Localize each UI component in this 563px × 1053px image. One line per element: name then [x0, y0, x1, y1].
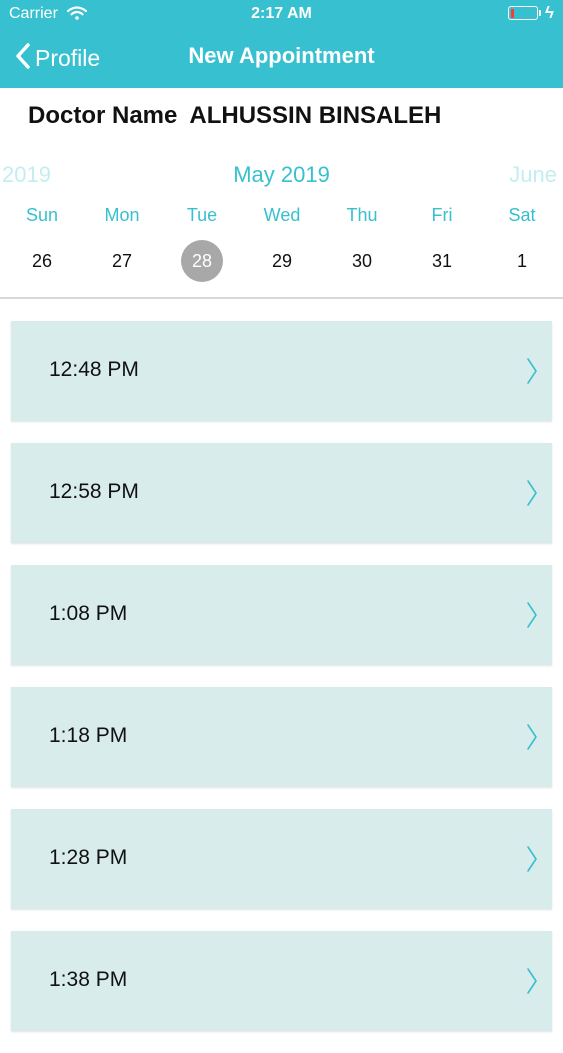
day-strip: 26 27 28 29 30 31 1	[2, 240, 562, 282]
time-slot-label: 1:28 PM	[49, 846, 128, 869]
time-slot-row[interactable]: 12:48 PM	[11, 321, 552, 421]
battery-icon	[508, 6, 538, 20]
weekday-label: Sat	[508, 205, 536, 225]
navigation-bar: Carrier 2:17 AM ϟ Profile New Appointmen…	[0, 0, 563, 88]
calendar-day-number: 31	[431, 251, 453, 271]
month-selector: 2019 May 2019 June	[0, 160, 563, 190]
weekday-label: Tue	[186, 205, 218, 225]
time-slot-label: 12:58 PM	[49, 480, 139, 503]
weekday-label: Sun	[25, 205, 59, 225]
time-slot-label: 12:48 PM	[49, 358, 139, 381]
weekday-label: Mon	[104, 205, 140, 225]
weekday-label: Fri	[431, 205, 453, 225]
time-slot-row[interactable]: 12:58 PM	[11, 443, 552, 543]
time-slot-row[interactable]: 1:08 PM	[11, 565, 552, 665]
chevron-right-icon	[526, 601, 538, 634]
doctor-name-row: Doctor Name ALHUSSIN BINSALEH	[28, 102, 441, 130]
calendar-day-number: 1	[516, 251, 527, 271]
calendar-day[interactable]: 1	[482, 240, 562, 282]
calendar-day-number: 26	[31, 251, 53, 271]
time-slot-row[interactable]: 1:38 PM	[11, 931, 552, 1031]
calendar-day[interactable]: 30	[322, 240, 402, 282]
time-slot-label: 1:38 PM	[49, 968, 128, 991]
chevron-right-icon	[526, 967, 538, 1000]
time-slot-row[interactable]: 1:18 PM	[11, 687, 552, 787]
doctor-name-value: ALHUSSIN BINSALEH	[189, 102, 442, 129]
time-slot-list: 12:48 PM 12:58 PM 1:08 PM 1:18 PM 1:28 PM 1:3…	[11, 321, 552, 1053]
battery-tip	[539, 10, 541, 16]
calendar-day-number: 29	[271, 251, 293, 271]
calendar-day[interactable]: 31	[402, 240, 482, 282]
calendar-day-number: 30	[351, 251, 373, 271]
next-month[interactable]: June	[509, 162, 557, 188]
status-time: 2:17 AM	[251, 5, 312, 22]
doctor-name-label: Doctor Name	[28, 102, 178, 129]
calendar-day-selected[interactable]: 28	[162, 240, 242, 282]
charging-bolt-icon: ϟ	[545, 3, 554, 22]
current-month: May 2019	[233, 162, 330, 187]
weekday-header: Sun Mon Tue Wed Thu Fri Sat	[2, 205, 562, 226]
calendar-day[interactable]: 27	[82, 240, 162, 282]
calendar-day[interactable]: 26	[2, 240, 82, 282]
calendar-day-number: 28	[181, 240, 223, 282]
time-slot-label: 1:08 PM	[49, 602, 128, 625]
calendar-day[interactable]: 29	[242, 240, 322, 282]
calendar-day-number: 27	[111, 251, 133, 271]
weekday-label: Wed	[263, 205, 301, 225]
chevron-right-icon	[526, 845, 538, 878]
time-slot-label: 1:18 PM	[49, 724, 128, 747]
divider	[0, 297, 563, 299]
page-title: New Appointment	[188, 43, 375, 68]
chevron-right-icon	[526, 723, 538, 756]
weekday-label: Thu	[346, 205, 378, 225]
time-slot-row[interactable]: 1:28 PM	[11, 809, 552, 909]
chevron-right-icon	[526, 479, 538, 512]
chevron-right-icon	[526, 357, 538, 390]
